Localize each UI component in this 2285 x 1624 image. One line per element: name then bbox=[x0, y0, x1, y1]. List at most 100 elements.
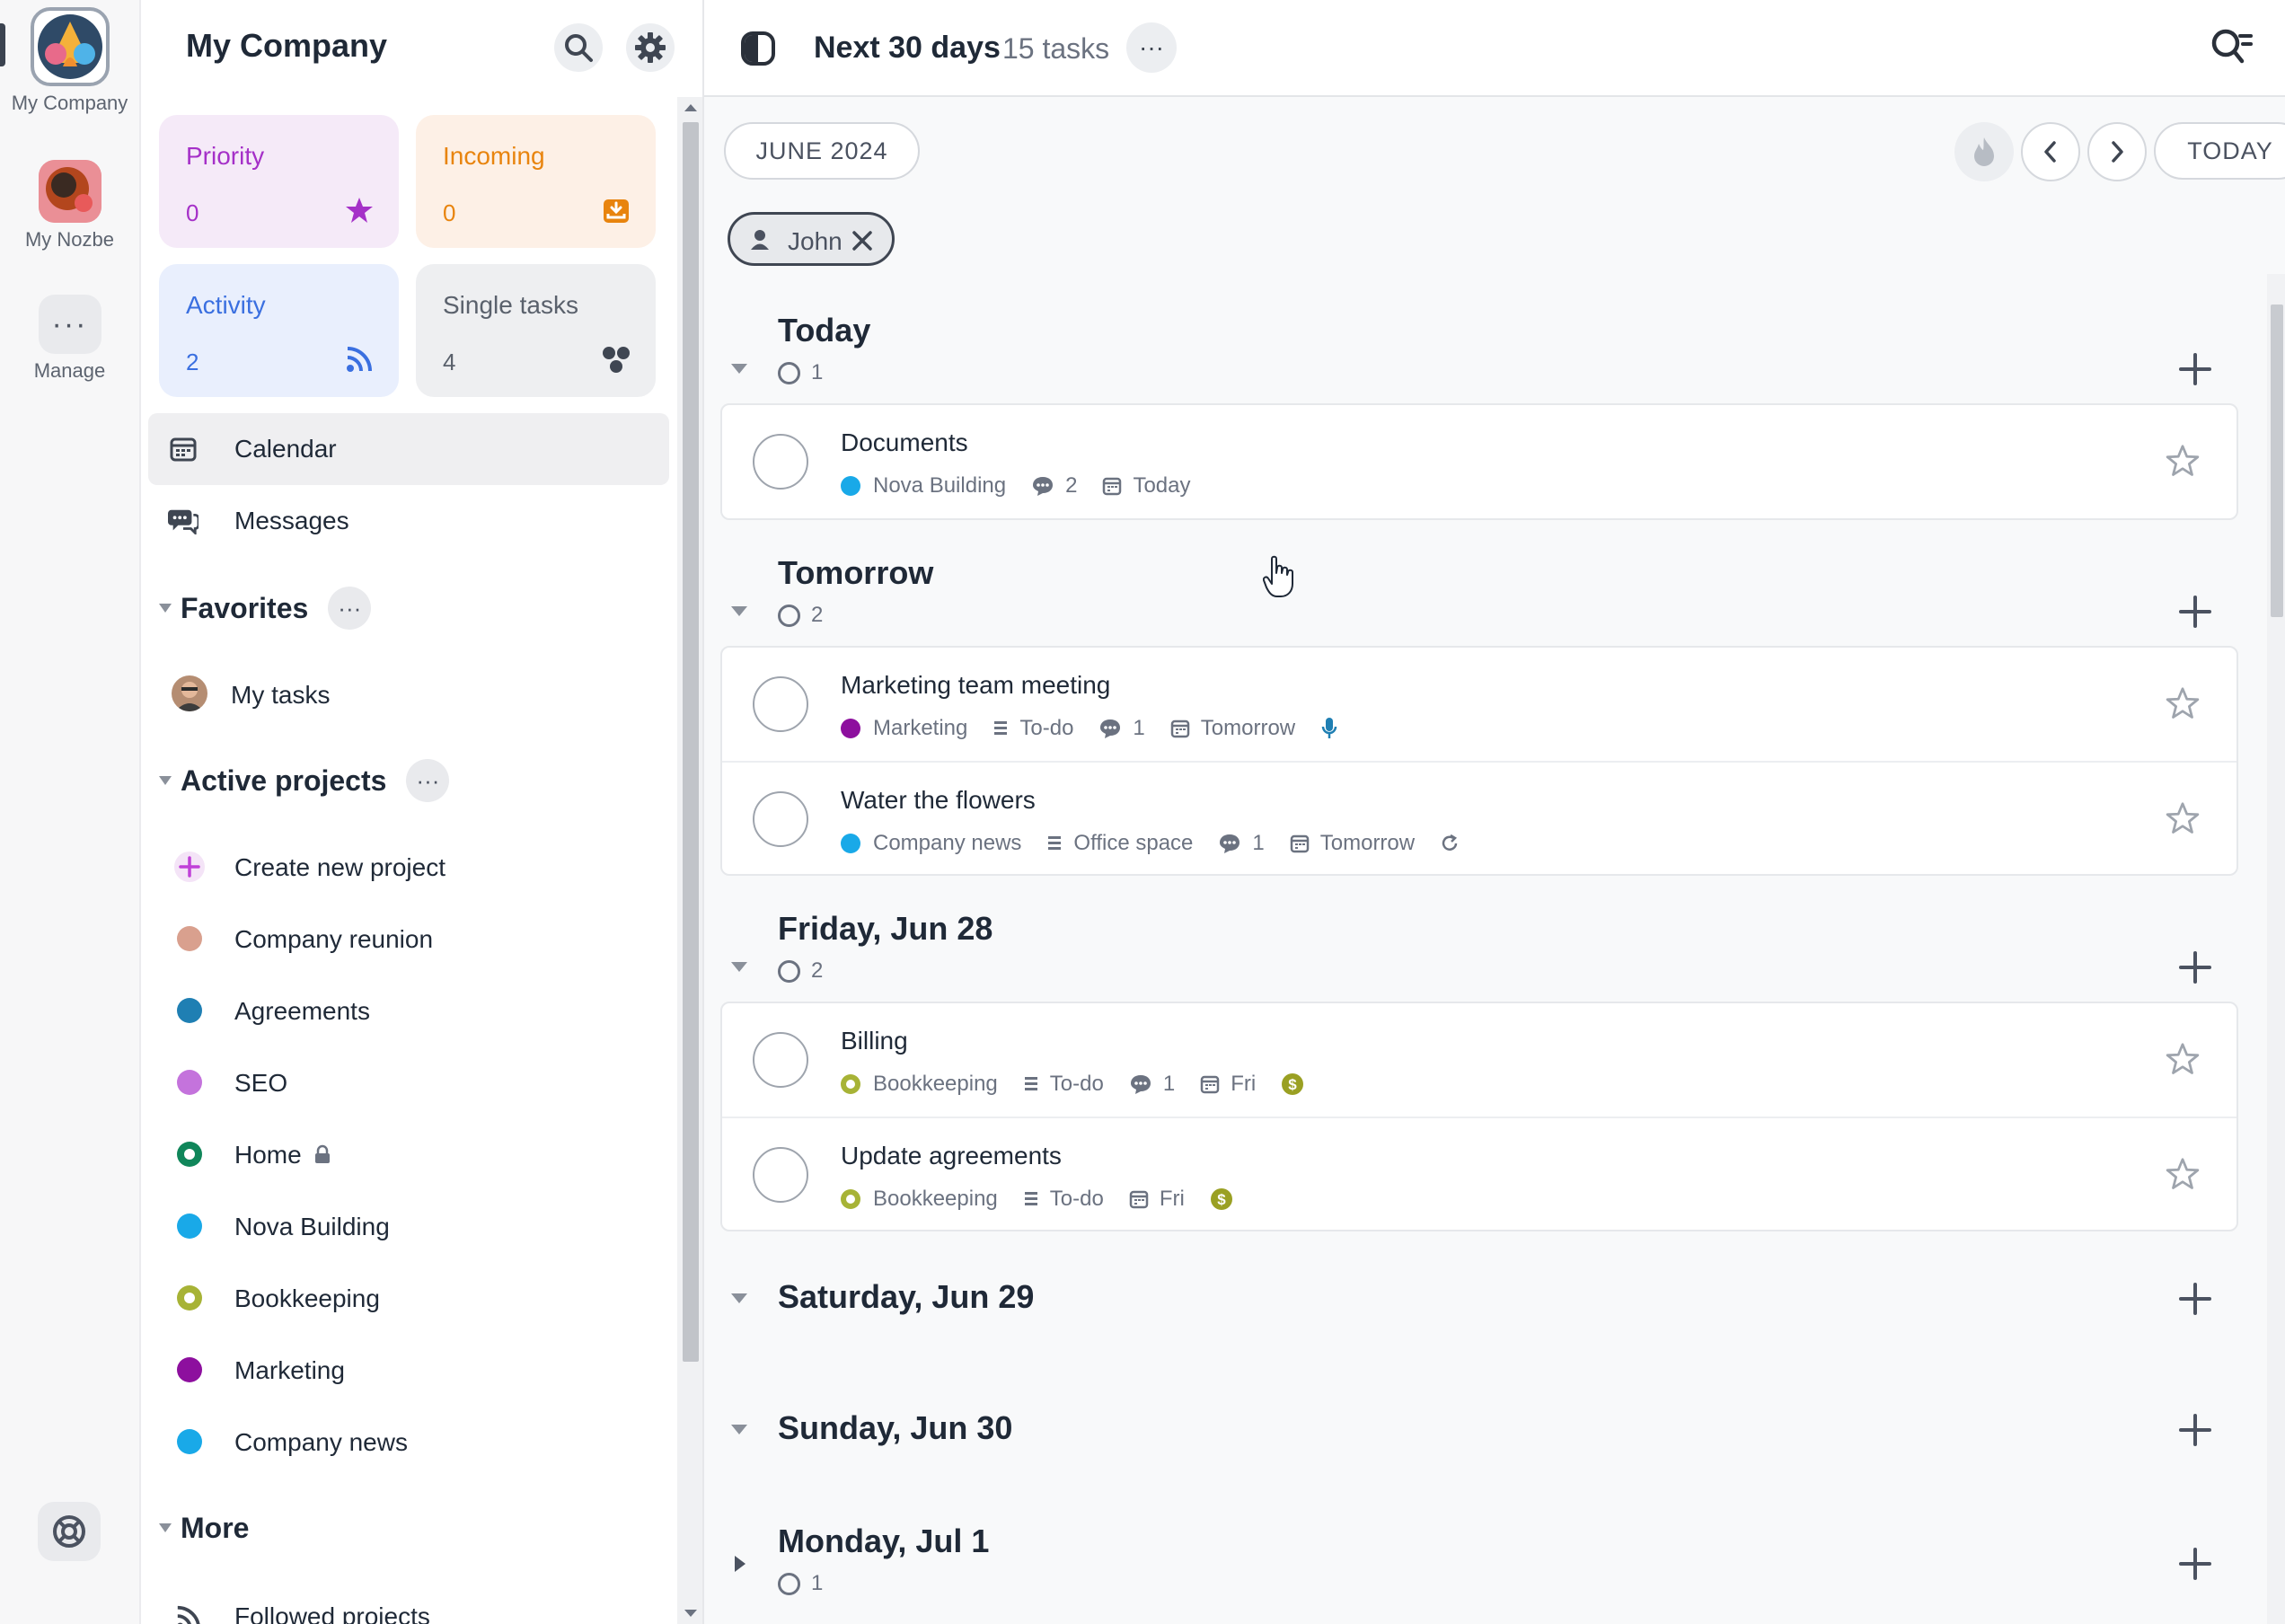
inbox-download-icon bbox=[598, 192, 634, 228]
today-button[interactable]: TODAY bbox=[2154, 122, 2285, 180]
day-title: Sunday, Jun 30 bbox=[778, 1409, 1013, 1446]
add-task-button[interactable] bbox=[2177, 949, 2213, 985]
sidebar-scrollbar[interactable] bbox=[677, 97, 702, 1624]
dollar-badge-icon: $ bbox=[1281, 1072, 1315, 1096]
favorites-more-button[interactable]: ··· bbox=[328, 587, 372, 630]
flame-icon bbox=[1974, 137, 1994, 166]
month-picker-button[interactable]: JUNE 2024 bbox=[724, 122, 920, 180]
workspace-my-nozbe[interactable]: My Nozbe bbox=[0, 160, 139, 252]
tile-priority[interactable]: Priority 0 bbox=[159, 115, 399, 248]
overdue-flame-button[interactable] bbox=[1954, 122, 2014, 181]
task-row[interactable]: Documents Nova Building 2 Today bbox=[722, 405, 2236, 518]
main-scroll-thumb[interactable] bbox=[2271, 304, 2283, 617]
add-task-button[interactable] bbox=[2177, 1281, 2213, 1317]
remove-filter-button[interactable] bbox=[851, 229, 874, 252]
project-marketing[interactable]: Marketing bbox=[148, 1338, 669, 1401]
task-date[interactable]: Today bbox=[1102, 473, 1191, 499]
active-projects-more-button[interactable]: ··· bbox=[406, 759, 450, 802]
star-toggle-button[interactable] bbox=[2165, 800, 2201, 836]
task-date[interactable]: Tomorrow bbox=[1170, 716, 1295, 741]
day-header-sunday: Sunday, Jun 30 bbox=[704, 1404, 2258, 1485]
tile-single-tasks[interactable]: Single tasks 4 bbox=[416, 264, 656, 397]
star-toggle-button[interactable] bbox=[2165, 1041, 2201, 1077]
collapse-caret-icon[interactable] bbox=[731, 606, 747, 616]
task-project[interactable]: Nova Building bbox=[841, 473, 1006, 499]
task-date[interactable]: Fri bbox=[1129, 1187, 1185, 1212]
comment-icon bbox=[1100, 719, 1121, 738]
favorites-section-header[interactable]: Favorites ··· bbox=[159, 586, 372, 631]
star-toggle-button[interactable] bbox=[2165, 443, 2201, 479]
collapse-caret-icon[interactable] bbox=[731, 1293, 747, 1303]
task-comments: 1 bbox=[1098, 716, 1145, 741]
search-filter-button[interactable] bbox=[2210, 27, 2253, 70]
task-date[interactable]: Fri bbox=[1200, 1072, 1256, 1097]
project-home[interactable]: Home bbox=[148, 1123, 669, 1186]
add-task-button[interactable] bbox=[2177, 1412, 2213, 1448]
task-complete-checkbox[interactable] bbox=[753, 791, 808, 847]
favorite-my-tasks[interactable]: My tasks bbox=[148, 663, 669, 726]
task-row[interactable]: Update agreements Bookkeeping To-do Fri … bbox=[722, 1116, 2236, 1230]
project-color-ring bbox=[177, 1142, 202, 1167]
project-bookkeeping[interactable]: Bookkeeping bbox=[148, 1267, 669, 1329]
project-color-ring bbox=[841, 1074, 860, 1094]
collapse-caret-icon[interactable] bbox=[731, 364, 747, 374]
task-project[interactable]: Bookkeeping bbox=[841, 1072, 998, 1097]
followed-projects[interactable]: Followed projects bbox=[148, 1584, 669, 1624]
user-filter-chip[interactable]: John bbox=[728, 212, 895, 266]
collapse-caret-icon bbox=[159, 776, 172, 785]
settings-button[interactable] bbox=[626, 23, 675, 72]
view-more-button[interactable]: ··· bbox=[1126, 22, 1177, 73]
task-section: To-do bbox=[1023, 1187, 1104, 1212]
nav-calendar[interactable]: Calendar bbox=[148, 413, 669, 485]
scroll-up-arrow-icon[interactable] bbox=[684, 104, 697, 111]
star-toggle-button[interactable] bbox=[2165, 685, 2201, 721]
manage-button[interactable]: ··· Manage bbox=[0, 295, 139, 383]
section-label: Active projects bbox=[181, 763, 387, 797]
calendar-small-icon bbox=[1290, 834, 1309, 853]
main-scrollbar[interactable] bbox=[2267, 274, 2285, 1624]
topbar: Next 30 days 15 tasks ··· bbox=[704, 0, 2285, 97]
task-project[interactable]: Marketing bbox=[841, 716, 967, 741]
tile-activity[interactable]: Activity 2 bbox=[159, 264, 399, 397]
more-section-header[interactable]: More bbox=[159, 1505, 249, 1550]
day-header-friday: Friday, Jun 28 2 bbox=[704, 903, 2258, 1002]
help-button[interactable] bbox=[38, 1502, 101, 1561]
task-complete-checkbox[interactable] bbox=[753, 1147, 808, 1203]
scroll-down-arrow-icon[interactable] bbox=[684, 1610, 697, 1617]
collapse-caret-icon[interactable] bbox=[731, 962, 747, 972]
task-project[interactable]: Bookkeeping bbox=[841, 1187, 998, 1212]
workspace-my-company[interactable]: My Company bbox=[0, 7, 139, 115]
expand-caret-icon[interactable] bbox=[735, 1556, 745, 1572]
toggle-sidebar-button[interactable] bbox=[740, 31, 776, 66]
project-company-reunion[interactable]: Company reunion bbox=[148, 907, 669, 970]
task-project[interactable]: Company news bbox=[841, 831, 1021, 856]
task-complete-checkbox[interactable] bbox=[753, 676, 808, 732]
project-agreements[interactable]: Agreements bbox=[148, 979, 669, 1042]
tile-incoming[interactable]: Incoming 0 bbox=[416, 115, 656, 248]
project-nova-building[interactable]: Nova Building bbox=[148, 1195, 669, 1258]
project-color-dot bbox=[841, 719, 860, 738]
previous-button[interactable] bbox=[2021, 122, 2080, 181]
project-company-news[interactable]: Company news bbox=[148, 1410, 669, 1473]
task-date[interactable]: Tomorrow bbox=[1290, 831, 1415, 856]
sidebar-scroll-thumb[interactable] bbox=[683, 122, 699, 1362]
active-projects-section-header[interactable]: Active projects ··· bbox=[159, 758, 450, 803]
next-button[interactable] bbox=[2087, 122, 2147, 181]
task-complete-checkbox[interactable] bbox=[753, 434, 808, 490]
task-row[interactable]: Water the flowers Company news Office sp… bbox=[722, 761, 2236, 874]
task-list: Today 1 Documents Nova Building 2 Today bbox=[704, 274, 2258, 1624]
add-task-button[interactable] bbox=[2177, 1546, 2213, 1582]
task-row[interactable]: Marketing team meeting Marketing To-do 1… bbox=[722, 648, 2236, 761]
add-task-button[interactable] bbox=[2177, 351, 2213, 387]
task-complete-checkbox[interactable] bbox=[753, 1032, 808, 1088]
search-button[interactable] bbox=[554, 23, 603, 72]
star-toggle-button[interactable] bbox=[2165, 1156, 2201, 1192]
collapse-caret-icon[interactable] bbox=[731, 1425, 747, 1434]
project-seo[interactable]: SEO bbox=[148, 1051, 669, 1114]
task-row[interactable]: Billing Bookkeeping To-do 1 Fri $ bbox=[722, 1003, 2236, 1116]
close-icon bbox=[852, 231, 872, 251]
section-lines-icon bbox=[1024, 1192, 1037, 1205]
add-task-button[interactable] bbox=[2177, 594, 2213, 630]
create-new-project-button[interactable]: Create new project bbox=[148, 835, 669, 898]
nav-messages[interactable]: Messages bbox=[148, 485, 669, 557]
